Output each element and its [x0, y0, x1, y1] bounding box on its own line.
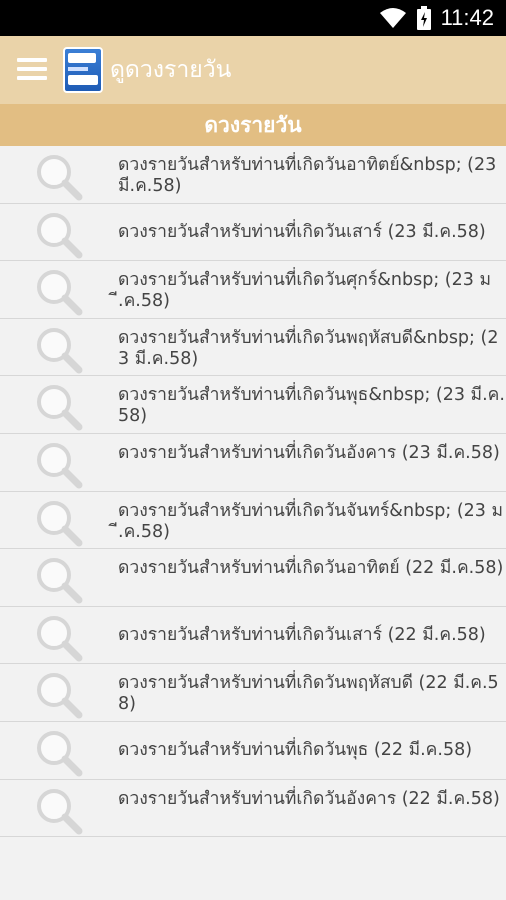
list-item[interactable]: ดวงรายวันสำหรับท่านที่เกิดวันพุธ (22 มี.… [0, 721, 506, 780]
list-item[interactable]: ดวงรายวันสำหรับท่านที่เกิดวันเสาร์ (22 ม… [0, 606, 506, 665]
section-header: ดวงรายวัน [0, 104, 506, 146]
wifi-icon [379, 8, 406, 28]
magnifier-icon [37, 730, 83, 777]
hamburger-menu-icon[interactable] [17, 58, 47, 80]
list-item[interactable]: ดวงรายวันสำหรับท่านที่เกิดวันจันทร์&nbsp… [0, 491, 506, 550]
list-item[interactable]: ดวงรายวันสำหรับท่านที่เกิดวันพุธ&nbsp; (… [0, 376, 506, 434]
list-item[interactable]: ดวงรายวันสำหรับท่านที่เกิดวันพฤหัสบดี&nb… [0, 318, 506, 377]
list-item-label: ดวงรายวันสำหรับท่านที่เกิดวันพฤหัสบดี&nb… [118, 327, 499, 369]
list-item-label: ดวงรายวันสำหรับท่านที่เกิดวันพุธ&nbsp; (… [118, 385, 505, 427]
list-item[interactable]: ดวงรายวันสำหรับท่านที่เกิดวันอังคาร (23 … [0, 433, 506, 492]
magnifier-icon [37, 442, 83, 489]
magnifier-icon [37, 500, 83, 547]
magnifier-icon [37, 558, 83, 604]
status-bar: 11:42 [0, 0, 506, 36]
magnifier-icon [37, 327, 83, 374]
list-item-label: ดวงรายวันสำหรับท่านที่เกิดวันอาทิตย์ (22… [118, 558, 504, 579]
list-item-label: ดวงรายวันสำหรับท่านที่เกิดวันเสาร์ (22 ม… [118, 624, 486, 645]
list-item[interactable]: ดวงรายวันสำหรับท่านที่เกิดวันศุกร์&nbsp;… [0, 261, 506, 319]
app-logo-icon[interactable] [63, 47, 103, 93]
status-time: 11:42 [440, 5, 494, 30]
list-item-label: ดวงรายวันสำหรับท่านที่เกิดวันพุธ (22 มี.… [118, 739, 473, 760]
status-icons: 11:42 [379, 0, 494, 36]
magnifier-icon [37, 212, 83, 259]
list-item[interactable]: ดวงรายวันสำหรับท่านที่เกิดวันพฤหัสบดี (2… [0, 664, 506, 722]
magnifier-icon [37, 385, 83, 431]
list-item-label: ดวงรายวันสำหรับท่านที่เกิดวันพฤหัสบดี (2… [118, 673, 499, 715]
battery-charging-icon [416, 6, 431, 30]
list-item-label: ดวงรายวันสำหรับท่านที่เกิดวันอังคาร (22 … [118, 788, 500, 809]
list-item-label: ดวงรายวันสำหรับท่านที่เกิดวันจันทร์&nbsp… [118, 500, 504, 542]
magnifier-icon [37, 615, 83, 662]
list-item-label: ดวงรายวันสำหรับท่านที่เกิดวันเสาร์ (23 ม… [118, 221, 486, 242]
list-item-label: ดวงรายวันสำหรับท่านที่เกิดวันอังคาร (23 … [118, 442, 500, 463]
app-title: ดูดวงรายวัน [110, 57, 232, 83]
list-item[interactable]: ดวงรายวันสำหรับท่านที่เกิดวันเสาร์ (23 ม… [0, 203, 506, 262]
app-bar: ดูดวงรายวัน [0, 36, 506, 104]
list-item[interactable]: ดวงรายวันสำหรับท่านที่เกิดวันอาทิตย์ (22… [0, 549, 506, 607]
magnifier-icon [37, 788, 83, 835]
list-item[interactable]: ดวงรายวันสำหรับท่านที่เกิดวันอาทิตย์&nbs… [0, 146, 506, 204]
magnifier-icon [37, 155, 83, 201]
magnifier-icon [37, 270, 83, 316]
list-item-label: ดวงรายวันสำหรับท่านที่เกิดวันอาทิตย์&nbs… [118, 155, 497, 196]
magnifier-icon [37, 673, 83, 719]
list-item-label: ดวงรายวันสำหรับท่านที่เกิดวันศุกร์&nbsp;… [118, 270, 491, 312]
horoscope-list: ดวงรายวันสำหรับท่านที่เกิดวันอาทิตย์&nbs… [0, 146, 506, 900]
list-item[interactable]: ดวงรายวันสำหรับท่านที่เกิดวันอังคาร (22 … [0, 779, 506, 838]
